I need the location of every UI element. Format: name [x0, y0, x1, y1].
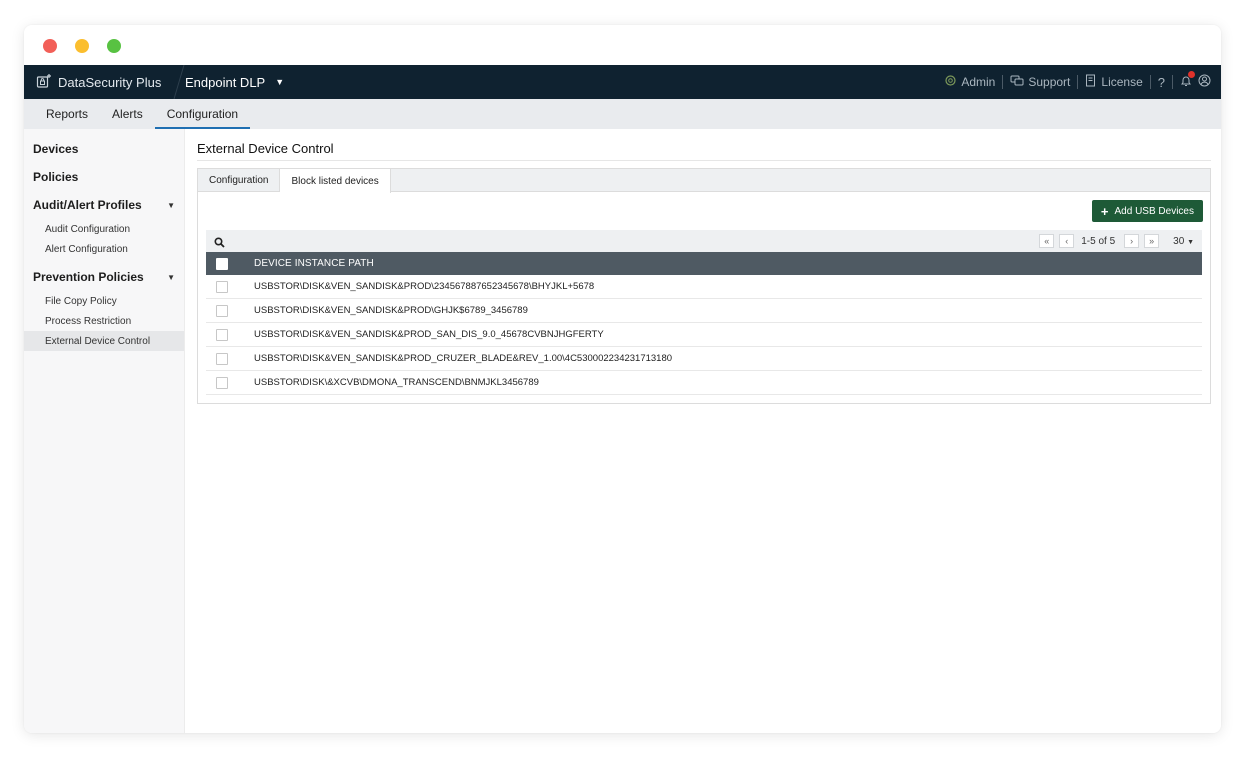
sidebar-item-audit-alert-profiles[interactable]: Audit/Alert Profiles ▼	[24, 191, 184, 219]
notification-bell-icon[interactable]	[1180, 71, 1195, 90]
header-separator	[1002, 75, 1004, 89]
help-icon[interactable]: ?	[1158, 75, 1165, 90]
row-checkbox[interactable]	[216, 280, 228, 293]
row-checkbox[interactable]	[216, 352, 228, 365]
product-name: Endpoint DLP	[185, 74, 266, 90]
sidebar-item-label: Prevention Policies	[33, 270, 144, 284]
maximize-window-button[interactable]	[107, 39, 121, 53]
user-profile-icon[interactable]	[1198, 74, 1211, 90]
last-page-button[interactable]: »	[1144, 234, 1160, 248]
admin-icon	[944, 74, 961, 90]
sidebar-item-file-copy-policy[interactable]: File Copy Policy	[24, 291, 184, 311]
main-content: External Device Control Configuration Bl…	[185, 129, 1221, 733]
sidebar-item-process-restriction[interactable]: Process Restriction	[24, 311, 184, 331]
subtab-configuration[interactable]: Configuration	[198, 169, 281, 191]
sidebar-item-external-device-control[interactable]: External Device Control	[24, 331, 184, 351]
table-row: USBSTOR\DISK&VEN_SANDISK&PROD_SAN_DIS_9.…	[206, 323, 1202, 347]
minimize-window-button[interactable]	[75, 39, 89, 53]
first-page-button[interactable]: «	[1039, 234, 1055, 248]
device-path: USBSTOR\DISK&VEN_SANDISK&PROD_CRUZER_BLA…	[254, 353, 673, 364]
tab-alerts[interactable]: Alerts	[100, 99, 155, 129]
support-link[interactable]: Support	[1010, 75, 1070, 90]
tab-configuration[interactable]: Configuration	[154, 99, 251, 129]
tab-reports[interactable]: Reports	[34, 99, 100, 129]
device-path: USBSTOR\DISK\&XCVB\DMONA_TRANSCEND\BNMJK…	[254, 377, 539, 388]
support-label: Support	[1028, 75, 1071, 89]
header-divider	[173, 65, 185, 99]
device-path: USBSTOR\DISK&VEN_SANDISK&PROD\GHJK$6789_…	[254, 305, 528, 316]
admin-link[interactable]: Admin	[944, 74, 995, 90]
sidebar-item-devices[interactable]: Devices	[24, 135, 184, 163]
admin-label: Admin	[961, 75, 996, 89]
next-page-button[interactable]: ›	[1124, 234, 1140, 248]
header-separator	[1149, 75, 1151, 89]
add-usb-devices-button[interactable]: + Add USB Devices	[1091, 200, 1203, 222]
main-tabs: Reports Alerts Configuration	[24, 99, 1221, 129]
table-row: USBSTOR\DISK\&XCVB\DMONA_TRANSCEND\BNMJK…	[206, 371, 1202, 395]
caret-down-icon: ▼	[167, 272, 175, 282]
sidebar-item-label: Audit/Alert Profiles	[33, 198, 142, 212]
sidebar-item-policies[interactable]: Policies	[24, 163, 184, 191]
table-row: USBSTOR\DISK&VEN_SANDISK&PROD\GHJK$6789_…	[206, 299, 1202, 323]
sidebar: Devices Policies Audit/Alert Profiles ▼ A…	[24, 129, 185, 733]
row-checkbox[interactable]	[216, 304, 228, 317]
license-label: License	[1101, 75, 1143, 89]
page-size-select[interactable]: 30 ▼	[1173, 236, 1194, 247]
chevron-down-icon: ▼	[275, 77, 285, 87]
device-table-body: USBSTOR\DISK&VEN_SANDISK&PROD\2345678876…	[206, 275, 1202, 395]
chevron-down-icon: ▼	[1187, 238, 1194, 246]
header-separator	[1077, 75, 1079, 89]
select-all-checkbox[interactable]	[216, 257, 228, 270]
column-header-device-instance-path: DEVICE INSTANCE PATH	[254, 258, 374, 269]
header-separator	[1172, 75, 1173, 89]
pagination-info: 1-5 of 5	[1081, 235, 1116, 247]
device-path: USBSTOR\DISK&VEN_SANDISK&PROD\2345678876…	[254, 281, 595, 292]
window-titlebar	[24, 25, 1221, 65]
header-actions: Admin Support License ?	[944, 65, 1211, 99]
sub-tabs: Configuration Block listed devices	[198, 169, 1210, 193]
plus-icon: +	[1100, 203, 1109, 219]
search-icon[interactable]	[214, 235, 225, 253]
previous-page-button[interactable]: ‹	[1059, 234, 1075, 248]
brand-name: DataSecurity Plus	[58, 74, 162, 90]
datasecurity-logo-icon	[36, 73, 58, 92]
table-toolbar: « ‹ 1-5 of 5 › » 30 ▼	[206, 230, 1202, 252]
subtab-block-listed-devices[interactable]: Block listed devices	[280, 169, 391, 193]
page-title: External Device Control	[197, 141, 334, 156]
sidebar-item-label: Devices	[33, 142, 79, 156]
table-row: USBSTOR\DISK&VEN_SANDISK&PROD_CRUZER_BLA…	[206, 347, 1202, 371]
pagination: « ‹ 1-5 of 5 › » 30 ▼	[1034, 230, 1194, 252]
sidebar-item-label: Policies	[33, 170, 79, 184]
sidebar-item-audit-configuration[interactable]: Audit Configuration	[24, 219, 184, 239]
app-window: DataSecurity Plus Endpoint DLP ▼ Admin S…	[24, 25, 1221, 733]
top-navigation-bar: DataSecurity Plus Endpoint DLP ▼ Admin S…	[24, 65, 1221, 99]
close-window-button[interactable]	[43, 39, 57, 53]
sidebar-item-alert-configuration[interactable]: Alert Configuration	[24, 239, 184, 259]
device-path: USBSTOR\DISK&VEN_SANDISK&PROD_SAN_DIS_9.…	[254, 329, 604, 340]
page-size-value: 30	[1173, 235, 1185, 247]
license-icon	[1085, 74, 1101, 90]
row-checkbox[interactable]	[216, 376, 228, 389]
support-icon	[1010, 75, 1028, 90]
brand-logo[interactable]: DataSecurity Plus	[36, 65, 161, 99]
table-row: USBSTOR\DISK&VEN_SANDISK&PROD\2345678876…	[206, 275, 1202, 299]
notification-badge	[1188, 71, 1195, 78]
table-header: DEVICE INSTANCE PATH	[206, 252, 1202, 275]
sidebar-item-prevention-policies[interactable]: Prevention Policies ▼	[24, 263, 184, 291]
device-control-panel: Configuration Block listed devices + Add…	[197, 168, 1211, 404]
row-checkbox[interactable]	[216, 328, 228, 341]
add-usb-devices-label: Add USB Devices	[1114, 205, 1194, 217]
product-switcher[interactable]: Endpoint DLP ▼	[185, 65, 284, 99]
title-divider	[197, 160, 1211, 161]
caret-down-icon: ▼	[167, 200, 175, 210]
license-link[interactable]: License	[1085, 74, 1143, 90]
